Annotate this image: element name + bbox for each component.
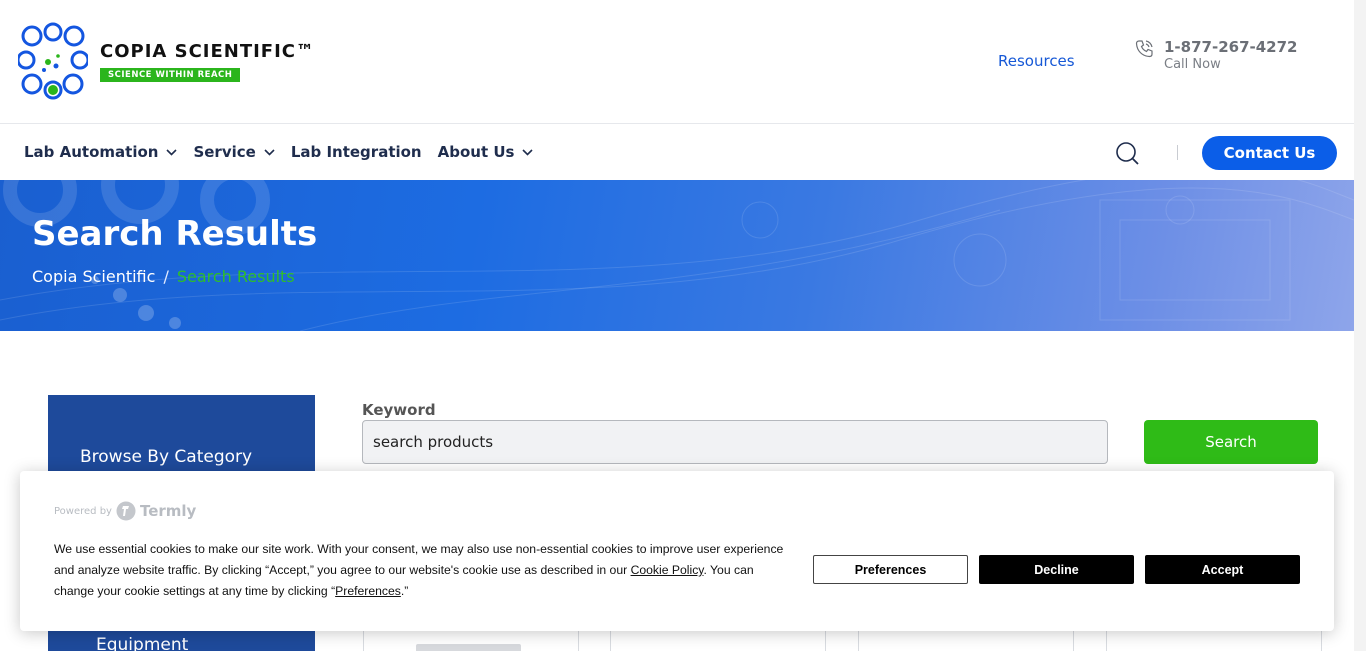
- breadcrumb-current: Search Results: [176, 267, 295, 286]
- resources-link[interactable]: Resources: [998, 52, 1075, 70]
- termly-brand: Termly: [139, 502, 197, 520]
- preferences-button[interactable]: Preferences: [813, 555, 968, 584]
- copia-logo-icon: [18, 22, 88, 100]
- termly-logo-icon: [116, 501, 136, 521]
- logo[interactable]: COPIA SCIENTIFIC™ SCIENCE WITHIN REACH: [18, 22, 315, 100]
- cookie-consent-banner: Powered by Termly We use essential cooki…: [20, 471, 1334, 631]
- page: COPIA SCIENTIFIC™ SCIENCE WITHIN REACH R…: [0, 0, 1366, 651]
- search-icon[interactable]: [1115, 141, 1140, 166]
- page-scrollbar[interactable]: [1354, 0, 1366, 651]
- main-nav: Lab Automation Service Lab Integration A…: [0, 125, 1354, 180]
- powered-by-label: Powered by: [54, 505, 112, 517]
- nav-item-service[interactable]: Service: [193, 143, 275, 161]
- hero-banner: Search Results Copia Scientific / Search…: [0, 180, 1354, 331]
- phone-contact[interactable]: 1-877-267-4272 Call Now: [1134, 38, 1297, 72]
- powered-by-termly: Powered by Termly: [54, 501, 196, 521]
- phone-number: 1-877-267-4272: [1164, 38, 1298, 56]
- contact-us-button[interactable]: Contact Us: [1202, 136, 1337, 170]
- logo-name: COPIA SCIENTIFIC™: [100, 40, 316, 62]
- chevron-down-icon: [264, 148, 275, 156]
- decline-button[interactable]: Decline: [979, 555, 1134, 584]
- call-now-label: Call Now: [1164, 57, 1221, 72]
- keyword-search-input[interactable]: [362, 420, 1108, 464]
- hero-decoration: [0, 180, 1354, 331]
- sidebar-title: Browse By Category: [80, 447, 253, 467]
- cookie-policy-link[interactable]: Cookie Policy: [631, 563, 704, 577]
- breadcrumb-separator: /: [163, 267, 169, 286]
- nav-item-label: Service: [193, 143, 256, 161]
- nav-divider: [1177, 145, 1178, 160]
- keyword-label: Keyword: [362, 401, 436, 419]
- breadcrumb: Copia Scientific / Search Results: [32, 267, 295, 286]
- site-header: COPIA SCIENTIFIC™ SCIENCE WITHIN REACH R…: [0, 0, 1354, 124]
- nav-item-label: Lab Integration: [290, 143, 422, 161]
- nav-item-lab-integration[interactable]: Lab Integration: [291, 143, 422, 161]
- nav-item-about-us[interactable]: About Us: [438, 143, 534, 161]
- cookie-text-part: .”: [400, 584, 409, 598]
- nav-item-label: Lab Automation: [24, 143, 159, 161]
- chevron-down-icon: [522, 148, 534, 156]
- nav-item-label: About Us: [437, 143, 515, 161]
- cookie-message: We use essential cookies to make our sit…: [54, 539, 794, 602]
- breadcrumb-home-link[interactable]: Copia Scientific: [32, 267, 155, 286]
- product-thumbnail: [416, 644, 521, 651]
- preferences-link[interactable]: Preferences: [335, 584, 401, 598]
- nav-item-lab-automation[interactable]: Lab Automation: [24, 143, 178, 161]
- accept-button[interactable]: Accept: [1145, 555, 1300, 584]
- sidebar-item-equipment[interactable]: Equipment: [96, 635, 188, 651]
- chevron-down-icon: [166, 148, 178, 156]
- phone-icon: [1135, 40, 1153, 58]
- logo-tagline: SCIENCE WITHIN REACH: [100, 67, 241, 82]
- search-button[interactable]: Search: [1144, 420, 1318, 464]
- page-title: Search Results: [32, 214, 318, 254]
